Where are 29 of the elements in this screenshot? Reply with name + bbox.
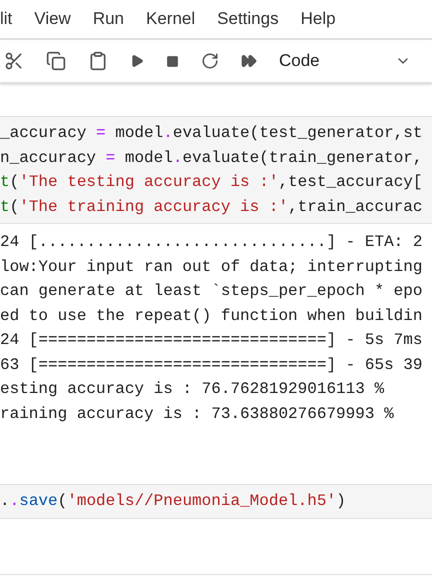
copy-icon[interactable]: [46, 51, 66, 71]
output-line: esting accuracy is : 76.76281929016113 %: [0, 379, 386, 400]
menu-item[interactable]: lit: [0, 6, 12, 32]
code-line: t('The testing accuracy is :',test_accuracy[: [0, 172, 424, 193]
cell-type-dropdown[interactable]: Code: [279, 48, 419, 74]
code-line: ..save('models//Pneumonia_Model.h5'): [0, 491, 347, 512]
output-line: raining accuracy is : 73.63880276679993 %: [0, 404, 395, 424]
stop-icon[interactable]: [166, 54, 179, 68]
output-line: 24 [==============================] - 5s 7ms: [0, 330, 424, 351]
menu-item[interactable]: Help: [300, 6, 336, 32]
menu-item[interactable]: Run: [92, 6, 124, 32]
output-line: ed to use the repeat() function when buildin: [0, 306, 424, 326]
menu-item[interactable]: Settings: [217, 6, 279, 32]
run-icon[interactable]: [130, 54, 144, 68]
output-line: can generate at least `steps_per_epoch * epo: [0, 281, 424, 302]
code-cell[interactable]: _accuracy = model.evaluate(test_generator,st n_accuracy = model.evaluate(train_generator, t('The testing accuracy is :',test_accuracy[ t('The training accuracy is :',train_accurac: [0, 116, 432, 224]
code-line: n_accuracy = model.evaluate(train_generator,: [0, 148, 424, 168]
code-line: t('The training accuracy is :',train_accurac: [0, 196, 424, 218]
menu-item[interactable]: Kernel: [146, 6, 196, 32]
paste-icon[interactable]: [88, 51, 108, 71]
run-all-icon[interactable]: [241, 53, 257, 69]
code-cell[interactable]: ..save('models//Pneumonia_Model.h5'): [0, 484, 432, 518]
restart-icon[interactable]: [201, 52, 219, 70]
output-line: low:Your input ran out of data; interrupting: [0, 256, 424, 278]
output-line: 63 [==============================] - 65s 39: [0, 354, 424, 376]
menu-item[interactable]: View: [34, 6, 71, 32]
output-line: 24 [..............................] - ETA: 2: [0, 232, 424, 253]
cut-icon[interactable]: [4, 51, 24, 71]
code-line: _accuracy = model.evaluate(test_generator,st: [0, 123, 424, 144]
